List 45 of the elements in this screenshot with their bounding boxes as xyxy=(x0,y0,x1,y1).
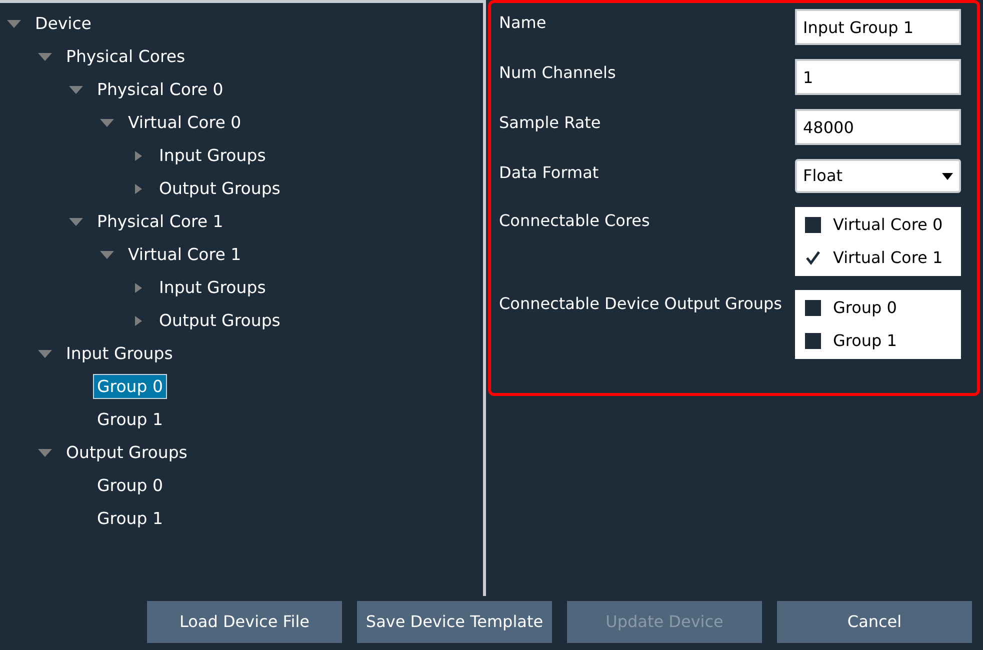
action-button[interactable]: Cancel xyxy=(777,601,972,643)
expanded-arrow-icon[interactable] xyxy=(38,448,52,458)
tree-item[interactable]: Physical Cores xyxy=(62,44,190,70)
tree-item[interactable]: Device xyxy=(31,10,96,36)
field-label: Sample Rate xyxy=(499,112,601,134)
checkbox[interactable] xyxy=(805,300,821,316)
input-field[interactable]: 1 xyxy=(795,59,961,95)
tree-item[interactable]: Virtual Core 0 xyxy=(124,110,246,136)
checkbox-label: Virtual Core 0 xyxy=(833,214,943,236)
expanded-arrow-icon[interactable] xyxy=(100,118,114,128)
field-label: Num Channels xyxy=(499,62,616,84)
checkbox[interactable] xyxy=(805,333,821,349)
action-button[interactable]: Load Device File xyxy=(147,601,342,643)
checkbox[interactable] xyxy=(805,217,821,233)
tree-item[interactable]: Input Groups xyxy=(62,340,177,366)
expanded-arrow-icon[interactable] xyxy=(69,216,83,226)
caret-icon xyxy=(942,172,953,180)
field-label: Connectable Cores xyxy=(499,210,650,232)
input-field[interactable]: 48000 xyxy=(795,109,961,145)
input-field[interactable]: Input Group 1 xyxy=(795,9,961,45)
expanded-arrow-icon[interactable] xyxy=(38,348,52,358)
tree-item[interactable]: Virtual Core 1 xyxy=(124,242,246,268)
expanded-arrow-icon[interactable] xyxy=(69,84,83,94)
tree-item[interactable]: Group 0 xyxy=(93,374,167,400)
dropdown[interactable]: Float xyxy=(795,159,961,193)
checkbox-label: Virtual Core 1 xyxy=(833,247,943,269)
field-label: Data Format xyxy=(499,162,599,184)
expanded-arrow-icon[interactable] xyxy=(7,18,21,28)
tree-item[interactable]: Physical Core 1 xyxy=(93,208,228,234)
expanded-arrow-icon[interactable] xyxy=(38,52,52,62)
tree-item[interactable]: Group 0 xyxy=(93,472,167,498)
tree-item[interactable]: Group 1 xyxy=(93,506,167,532)
action-button[interactable]: Save Device Template xyxy=(357,601,552,643)
expanded-arrow-icon[interactable] xyxy=(100,250,114,260)
tree-item[interactable]: Physical Core 0 xyxy=(93,76,228,102)
checkbox-label: Group 1 xyxy=(833,330,897,352)
tree-item[interactable]: Output Groups xyxy=(62,440,192,466)
field-label: Name xyxy=(499,12,546,34)
tree-item[interactable]: Group 1 xyxy=(93,406,167,432)
tree-item[interactable]: Input Groups xyxy=(155,274,270,300)
checkbox-label: Group 0 xyxy=(833,297,897,319)
tree-item[interactable]: Output Groups xyxy=(155,176,284,202)
field-label: Connectable Device Output Groups xyxy=(499,293,782,315)
tree-item[interactable]: Output Groups xyxy=(155,308,284,334)
tree-item[interactable]: Input Groups xyxy=(155,142,270,168)
